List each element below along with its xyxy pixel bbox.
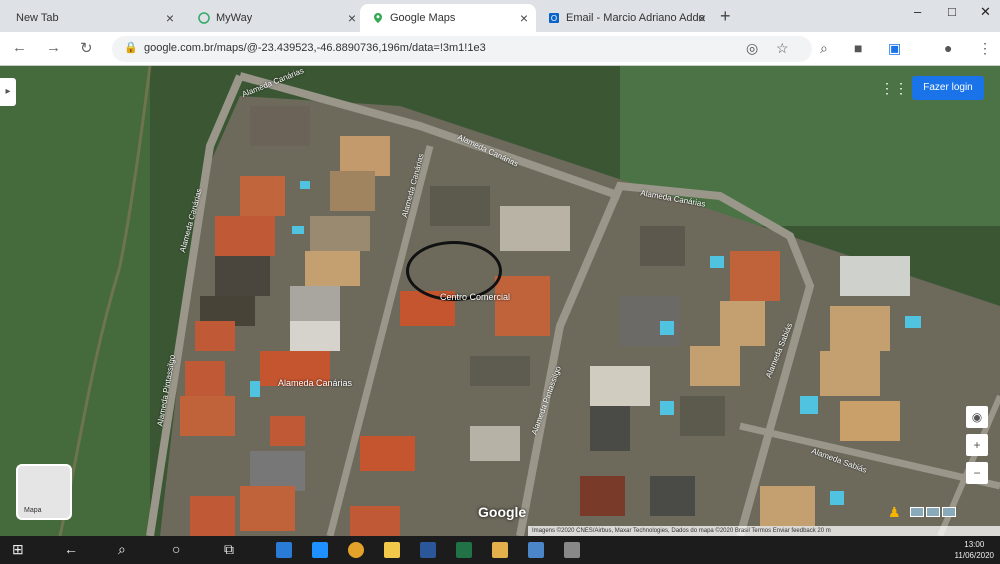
back-arrow-icon[interactable]: ← <box>12 39 27 56</box>
sign-in-button[interactable]: Fazer login <box>912 76 984 100</box>
edge-icon[interactable] <box>276 542 292 558</box>
tab-label: Google Maps <box>390 12 456 24</box>
app-icon[interactable] <box>564 542 580 558</box>
close-icon[interactable]: × <box>166 10 174 26</box>
place-label[interactable]: Centro Comercial <box>440 292 510 302</box>
extension-blue-icon[interactable]: ▣ <box>888 40 901 57</box>
close-icon[interactable]: × <box>698 10 706 26</box>
bookmark-star-icon[interactable]: ☆ <box>776 40 789 57</box>
url-text: google.com.br/maps/@-23.439523,-46.88907… <box>144 42 486 54</box>
close-icon[interactable]: × <box>520 10 528 26</box>
extension-search-icon[interactable]: ⌕ <box>820 40 828 57</box>
lock-icon: 🔒 <box>124 42 138 54</box>
profile-avatar-icon[interactable]: ● <box>944 40 952 56</box>
excel-icon[interactable] <box>456 542 472 558</box>
zoom-out-button[interactable]: − <box>966 462 988 484</box>
thumbnail[interactable] <box>926 507 940 517</box>
forward-arrow-icon[interactable]: → <box>46 39 61 56</box>
compass-icon[interactable]: ◉ <box>966 406 988 428</box>
tab-label: Email - Marcio Adriano Addo <box>566 12 705 24</box>
menu-kebab-icon[interactable]: ⋮ <box>978 40 992 57</box>
layer-label: Mapa <box>24 507 42 514</box>
close-icon[interactable]: × <box>348 10 356 26</box>
tab-label: New Tab <box>16 12 59 24</box>
tab-strip: New Tab × MyWay × Google Maps × O Email … <box>0 0 1000 32</box>
collapse-side-panel-button[interactable]: ▸ <box>0 78 16 106</box>
place-label[interactable]: Alameda Canárias <box>278 378 352 388</box>
globe-icon <box>198 12 210 24</box>
maximize-icon[interactable]: □ <box>948 4 956 19</box>
layer-switcher[interactable]: Mapa <box>16 464 72 520</box>
outlook-icon: O <box>549 13 559 23</box>
file-explorer-icon[interactable] <box>384 542 400 558</box>
zoom-in-button[interactable]: + <box>966 434 988 456</box>
tab-new-tab[interactable]: New Tab × <box>4 4 182 32</box>
clock-time: 13:00 <box>964 540 985 549</box>
address-bar[interactable]: 🔒 google.com.br/maps/@-23.439523,-46.889… <box>112 36 812 62</box>
satellite-map[interactable]: Alameda Canárias Alameda Canárias Alamed… <box>0 66 1000 536</box>
back-arrow-icon[interactable]: ← <box>64 541 78 557</box>
location-target-icon[interactable]: ◎ <box>746 40 758 57</box>
thumbnail[interactable] <box>910 507 924 517</box>
tab-email[interactable]: O Email - Marcio Adriano Addo × <box>536 4 714 32</box>
photos-icon[interactable] <box>492 542 508 558</box>
tab-myway[interactable]: MyWay × <box>186 4 364 32</box>
system-clock[interactable]: 13:00 11/06/2020 <box>955 539 994 561</box>
word-icon[interactable] <box>420 542 436 558</box>
task-view-icon[interactable]: ⧉ <box>224 541 234 558</box>
outlook-icon[interactable] <box>528 542 544 558</box>
google-logo: Google <box>478 504 527 520</box>
internet-explorer-icon[interactable] <box>312 542 328 558</box>
svg-text:O: O <box>551 14 557 23</box>
minimize-icon[interactable]: – <box>914 4 921 19</box>
imagery-thumbnails[interactable] <box>910 507 956 517</box>
cortana-circle-icon[interactable]: ○ <box>172 541 180 557</box>
windows-start-icon[interactable]: ⊞ <box>12 541 24 558</box>
search-icon[interactable]: ⌕ <box>118 541 126 558</box>
tab-label: MyWay <box>216 12 253 24</box>
clock-date: 11/06/2020 <box>954 551 994 560</box>
windows-taskbar: ⊞ ← ⌕ ○ ⧉ 13:00 11/06/2020 <box>0 536 1000 564</box>
browser-toolbar: ← → ↻ 🔒 google.com.br/maps/@-23.439523,-… <box>0 32 1000 66</box>
map-controls: ◉ + − <box>966 406 992 490</box>
tab-google-maps[interactable]: Google Maps × <box>360 4 536 32</box>
pegman-icon[interactable]: ♟ <box>888 504 901 521</box>
thumbnail[interactable] <box>942 507 956 517</box>
extension-square-icon[interactable]: ■ <box>854 40 862 56</box>
reload-icon[interactable]: ↻ <box>80 39 93 57</box>
map-attribution: Imagens ©2020 CNES/Airbus, Maxar Technol… <box>528 526 1000 536</box>
chrome-icon[interactable] <box>348 542 364 558</box>
new-tab-plus-icon[interactable]: + <box>720 6 731 27</box>
window-close-icon[interactable]: ✕ <box>980 4 991 20</box>
maps-pin-icon <box>374 13 382 23</box>
